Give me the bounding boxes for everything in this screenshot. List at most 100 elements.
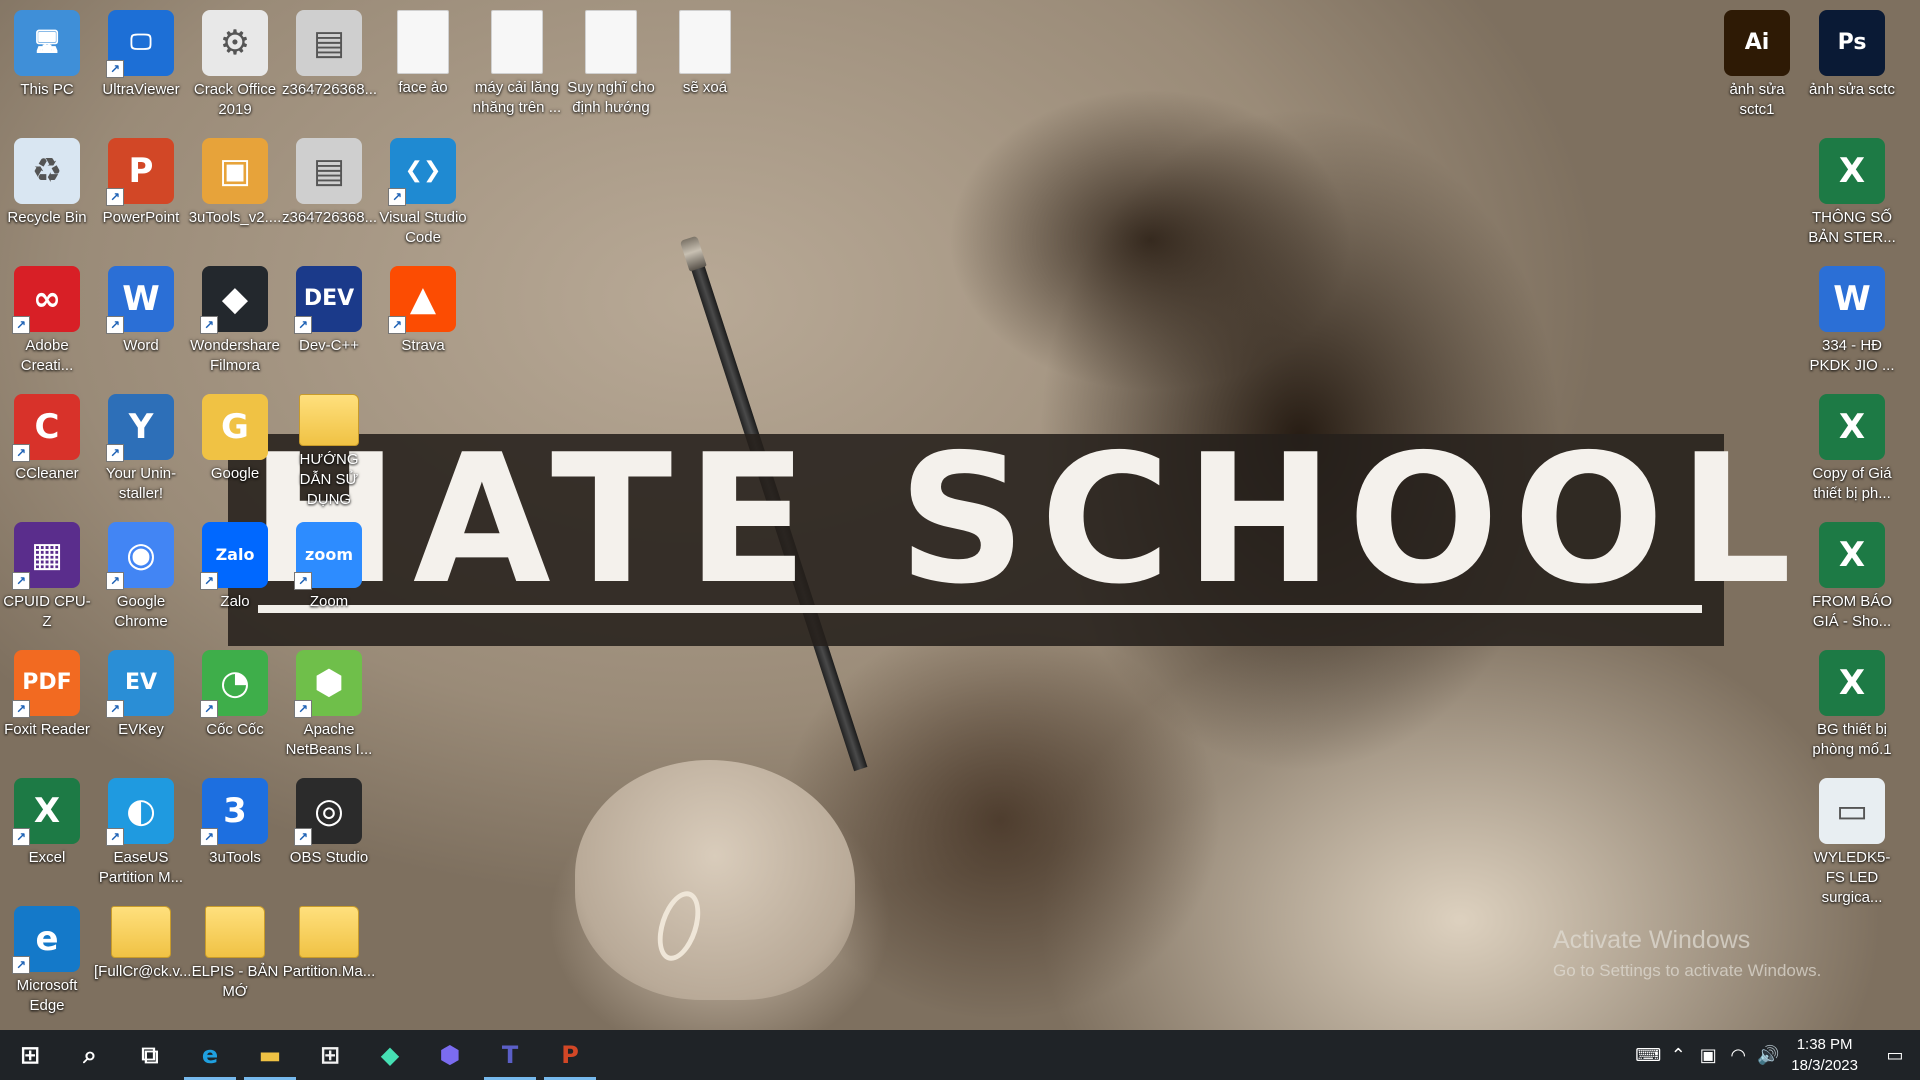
desktop-icon[interactable]: Ps ảnh sửa sctc <box>1805 0 1899 100</box>
desktop-icon-label: EVKey <box>118 721 164 738</box>
desktop-icon[interactable]: ▣ 3uTools_v2.... <box>188 128 282 228</box>
chevron-up-icon[interactable]: ⌃ <box>1663 1045 1693 1066</box>
desktop-icon[interactable]: G Google <box>188 384 282 484</box>
desktop-icon-label: Copy of Giá thiết bị ph... <box>1812 465 1892 502</box>
taskbar-clock[interactable]: 1:38 PM 18/3/2023 <box>1791 1034 1858 1076</box>
taskbar-powerpoint[interactable]: P <box>540 1030 600 1080</box>
desktop-icon-label: ảnh sửa sctc1 <box>1729 81 1785 118</box>
taskbar-teams[interactable]: T <box>480 1030 540 1080</box>
desktop-icon[interactable]: ◔ ↗ Cốc Cốc <box>188 640 282 740</box>
desktop-icon[interactable]: HƯỚNG DẪN SỬ DỤNG <box>282 384 376 510</box>
desktop-icon[interactable]: ELPIS - BẢN MỚ <box>188 896 282 1002</box>
desktop-icon[interactable]: Zalo ↗ Zalo <box>188 512 282 612</box>
shortcut-arrow-icon: ↗ <box>106 188 124 206</box>
desktop-icon[interactable]: ◉ ↗ Google Chrome <box>94 512 188 632</box>
desktop-icon-label: PowerPoint <box>102 209 180 226</box>
desktop-icon[interactable]: X FROM BÁO GIÁ - Sho... <box>1805 512 1899 632</box>
desktop-icon-label: Microsoft Edge <box>16 977 78 1014</box>
desktop-icon[interactable]: ◐ ↗ EaseUS Partition M... <box>94 768 188 888</box>
desktop-icon-label: Dev-C++ <box>298 337 360 354</box>
wifi-icon[interactable]: ◠ <box>1723 1045 1753 1066</box>
desktop-icon[interactable]: ❮❯ ↗ Visual Studio Code <box>376 128 470 248</box>
task-view-button[interactable]: ⧉ <box>120 1030 180 1080</box>
search-icon: ⌕ <box>83 1041 97 1069</box>
desktop-icon[interactable]: X BG thiết bị phòng mổ.1 <box>1805 640 1899 760</box>
notification-icon[interactable]: ▭ <box>1870 1045 1920 1066</box>
desktop-icon[interactable]: X Copy of Giá thiết bị ph... <box>1805 384 1899 504</box>
desktop-icon[interactable]: Y ↗ Your Unin-staller! <box>94 384 188 504</box>
desktop-icon-label: 3uTools_v2.... <box>188 209 282 226</box>
netbeans-icon: ⬢ ↗ <box>294 650 362 718</box>
desktop-icon[interactable]: face ảo <box>376 0 470 98</box>
excel-file-icon: X <box>1819 650 1885 716</box>
shortcut-arrow-icon: ↗ <box>12 700 30 718</box>
search-button[interactable]: ⌕ <box>60 1030 120 1080</box>
desktop-icon[interactable]: zoom ↗ Zoom <box>282 512 376 612</box>
desktop-icon[interactable]: ◎ ↗ OBS Studio <box>282 768 376 868</box>
desktop-icon[interactable]: Partition.Ma... <box>282 896 376 982</box>
shortcut-arrow-icon: ↗ <box>106 60 124 78</box>
windows-start-icon: ⊞ <box>19 1041 41 1069</box>
desktop-icon[interactable]: 3 ↗ 3uTools <box>188 768 282 868</box>
volume-icon[interactable]: 🔊 <box>1753 1045 1783 1066</box>
desktop-icon[interactable]: ∞ ↗ Adobe Creati... <box>0 256 94 376</box>
desktop-icon[interactable]: ▦ ↗ CPUID CPU-Z <box>0 512 94 632</box>
taskbar-filmora[interactable]: ◆ <box>360 1030 420 1080</box>
desktop-icon[interactable]: EV ↗ EVKey <box>94 640 188 740</box>
desktop-icon[interactable]: ▭ WYLEDK5-FS LED surgica... <box>1805 768 1899 908</box>
desktop-icon[interactable]: X THÔNG SỐ BẢN STER... <box>1805 128 1899 248</box>
desktop-icon[interactable]: DEV ↗ Dev-C++ <box>282 256 376 356</box>
filmora-icon: ◆ ↗ <box>200 266 268 334</box>
desktop-icon[interactable]: P ↗ PowerPoint <box>94 128 188 228</box>
desktop-icon-label: FROM BÁO GIÁ - Sho... <box>1811 593 1892 630</box>
desktop-icon-label: Visual Studio Code <box>379 209 467 246</box>
desktop-icon-label: face ảo <box>398 79 448 96</box>
shortcut-arrow-icon: ↗ <box>106 444 124 462</box>
desktop-icon[interactable]: 🖵 ↗ UltraViewer <box>94 0 188 100</box>
desktop-icon[interactable]: [FullCr@ck.v... <box>94 896 192 982</box>
desktop-icon[interactable]: 🖥 This PC <box>0 0 94 100</box>
taskbar-app[interactable]: ⬢ <box>420 1030 480 1080</box>
desktop-icon-label: CPUID CPU-Z <box>3 593 91 630</box>
zalo-icon: Zalo ↗ <box>200 522 268 590</box>
desktop-icon[interactable]: ▲ ↗ Strava <box>376 256 470 356</box>
desktop-icon-label: Your Unin-staller! <box>105 465 177 502</box>
desktop-icon[interactable]: ▤ z364726368... <box>282 128 377 228</box>
desktop-icon[interactable]: ♻ Recycle Bin <box>0 128 94 228</box>
desktop-icon[interactable]: X ↗ Excel <box>0 768 94 868</box>
desktop-icon[interactable]: Suy nghĩ cho định hướng <box>564 0 658 118</box>
shortcut-arrow-icon: ↗ <box>200 828 218 846</box>
clock-time: 1:38 PM <box>1796 1036 1853 1053</box>
desktop-icon-label: [FullCr@ck.v... <box>94 963 192 980</box>
desktop-icon[interactable]: Ai ảnh sửa sctc1 <box>1710 0 1804 120</box>
desktop-icon[interactable]: e ↗ Microsoft Edge <box>0 896 94 1016</box>
desktop-icon[interactable]: PDF ↗ Foxit Reader <box>0 640 94 740</box>
folder-icon <box>299 906 359 958</box>
desktop-icon[interactable]: ⚙ Crack Office 2019 <box>188 0 282 120</box>
shortcut-arrow-icon: ↗ <box>12 444 30 462</box>
shortcut-arrow-icon: ↗ <box>294 700 312 718</box>
desktop-icon[interactable]: ▤ z364726368... <box>282 0 377 100</box>
shortcut-arrow-icon: ↗ <box>294 316 312 334</box>
desktop-icon[interactable]: sẽ xoá <box>658 0 752 98</box>
taskbar-file-explorer[interactable]: ▬ <box>240 1030 300 1080</box>
shortcut-arrow-icon: ↗ <box>388 316 406 334</box>
start-button[interactable]: ⊞ <box>0 1030 60 1080</box>
taskbar-edge[interactable]: e <box>180 1030 240 1080</box>
easeus-icon: ◐ ↗ <box>106 778 174 846</box>
folder-icon <box>205 906 265 958</box>
desktop-icon[interactable]: ⬢ ↗ Apache NetBeans I... <box>282 640 376 760</box>
excel-file-icon: X <box>1819 394 1885 460</box>
desktop-icon[interactable]: ◆ ↗ Wondershare Filmora <box>188 256 282 376</box>
keyboard-icon[interactable]: ⌨ <box>1633 1045 1663 1066</box>
device-icon[interactable]: ▣ <box>1693 1045 1723 1066</box>
desktop-icon[interactable]: W 334 - HĐ PKDK JIO ... <box>1805 256 1899 376</box>
desktop-icon[interactable]: máy cải lăng nhăng trên ... <box>470 0 564 118</box>
desktop-icon[interactable]: C ↗ CCleaner <box>0 384 94 484</box>
shortcut-arrow-icon: ↗ <box>388 188 406 206</box>
desktop-icon-label: WYLEDK5-FS LED surgica... <box>1813 849 1891 906</box>
desktop-icon[interactable]: W ↗ Word <box>94 256 188 356</box>
illustrator-file-icon: Ai <box>1724 10 1790 76</box>
recycle-bin-icon: ♻ <box>14 138 80 204</box>
taskbar-store[interactable]: ⊞ <box>300 1030 360 1080</box>
